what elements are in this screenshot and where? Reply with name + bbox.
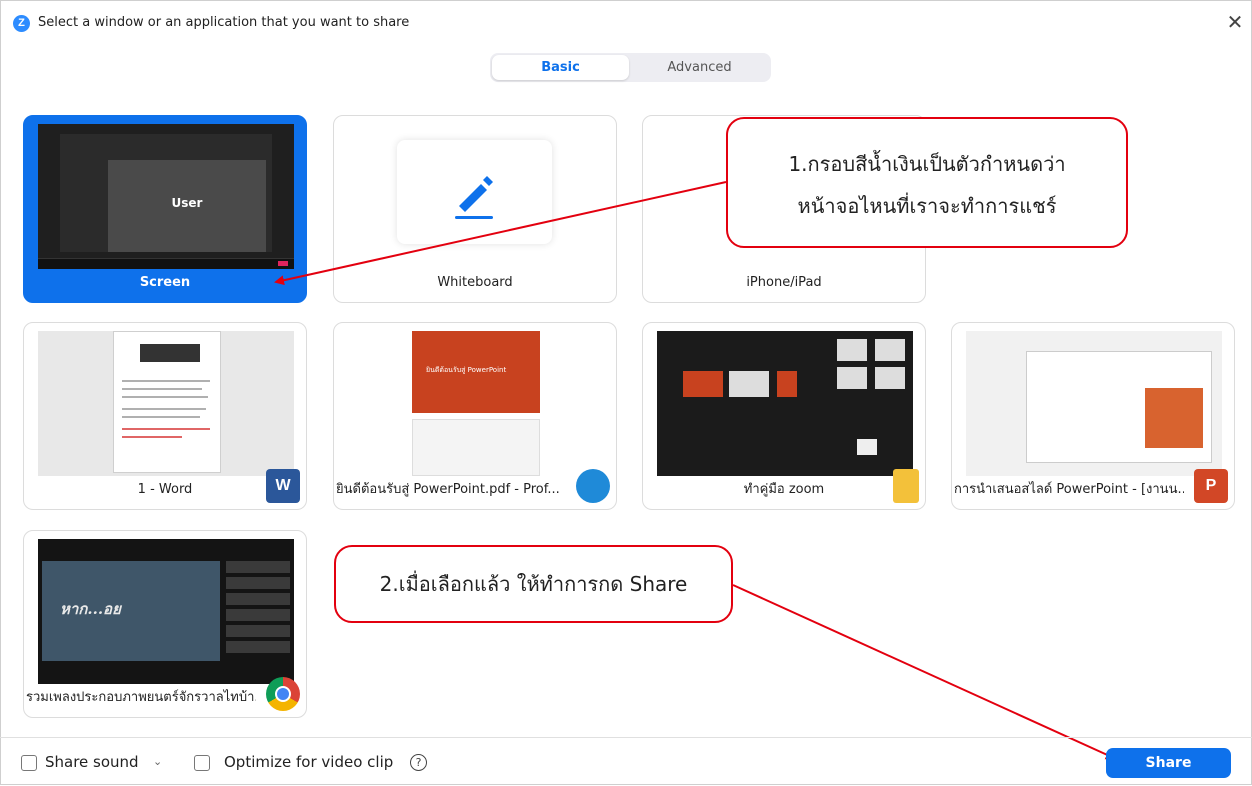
share-button[interactable]: Share xyxy=(1106,748,1231,778)
optimize-video-checkbox[interactable] xyxy=(194,755,210,771)
share-sound-label: Share sound xyxy=(45,753,139,771)
chevron-down-icon[interactable]: ⌄ xyxy=(153,755,162,768)
share-sound-checkbox[interactable] xyxy=(21,755,37,771)
optimize-video-label: Optimize for video clip xyxy=(224,753,394,771)
help-icon[interactable]: ? xyxy=(410,754,427,771)
arrow-to-screen xyxy=(274,181,727,286)
arrow-to-share xyxy=(732,584,1116,760)
annotation-arrows xyxy=(274,181,1116,760)
footer-bar: Share sound ⌄ Optimize for video clip ? … xyxy=(0,737,1252,786)
